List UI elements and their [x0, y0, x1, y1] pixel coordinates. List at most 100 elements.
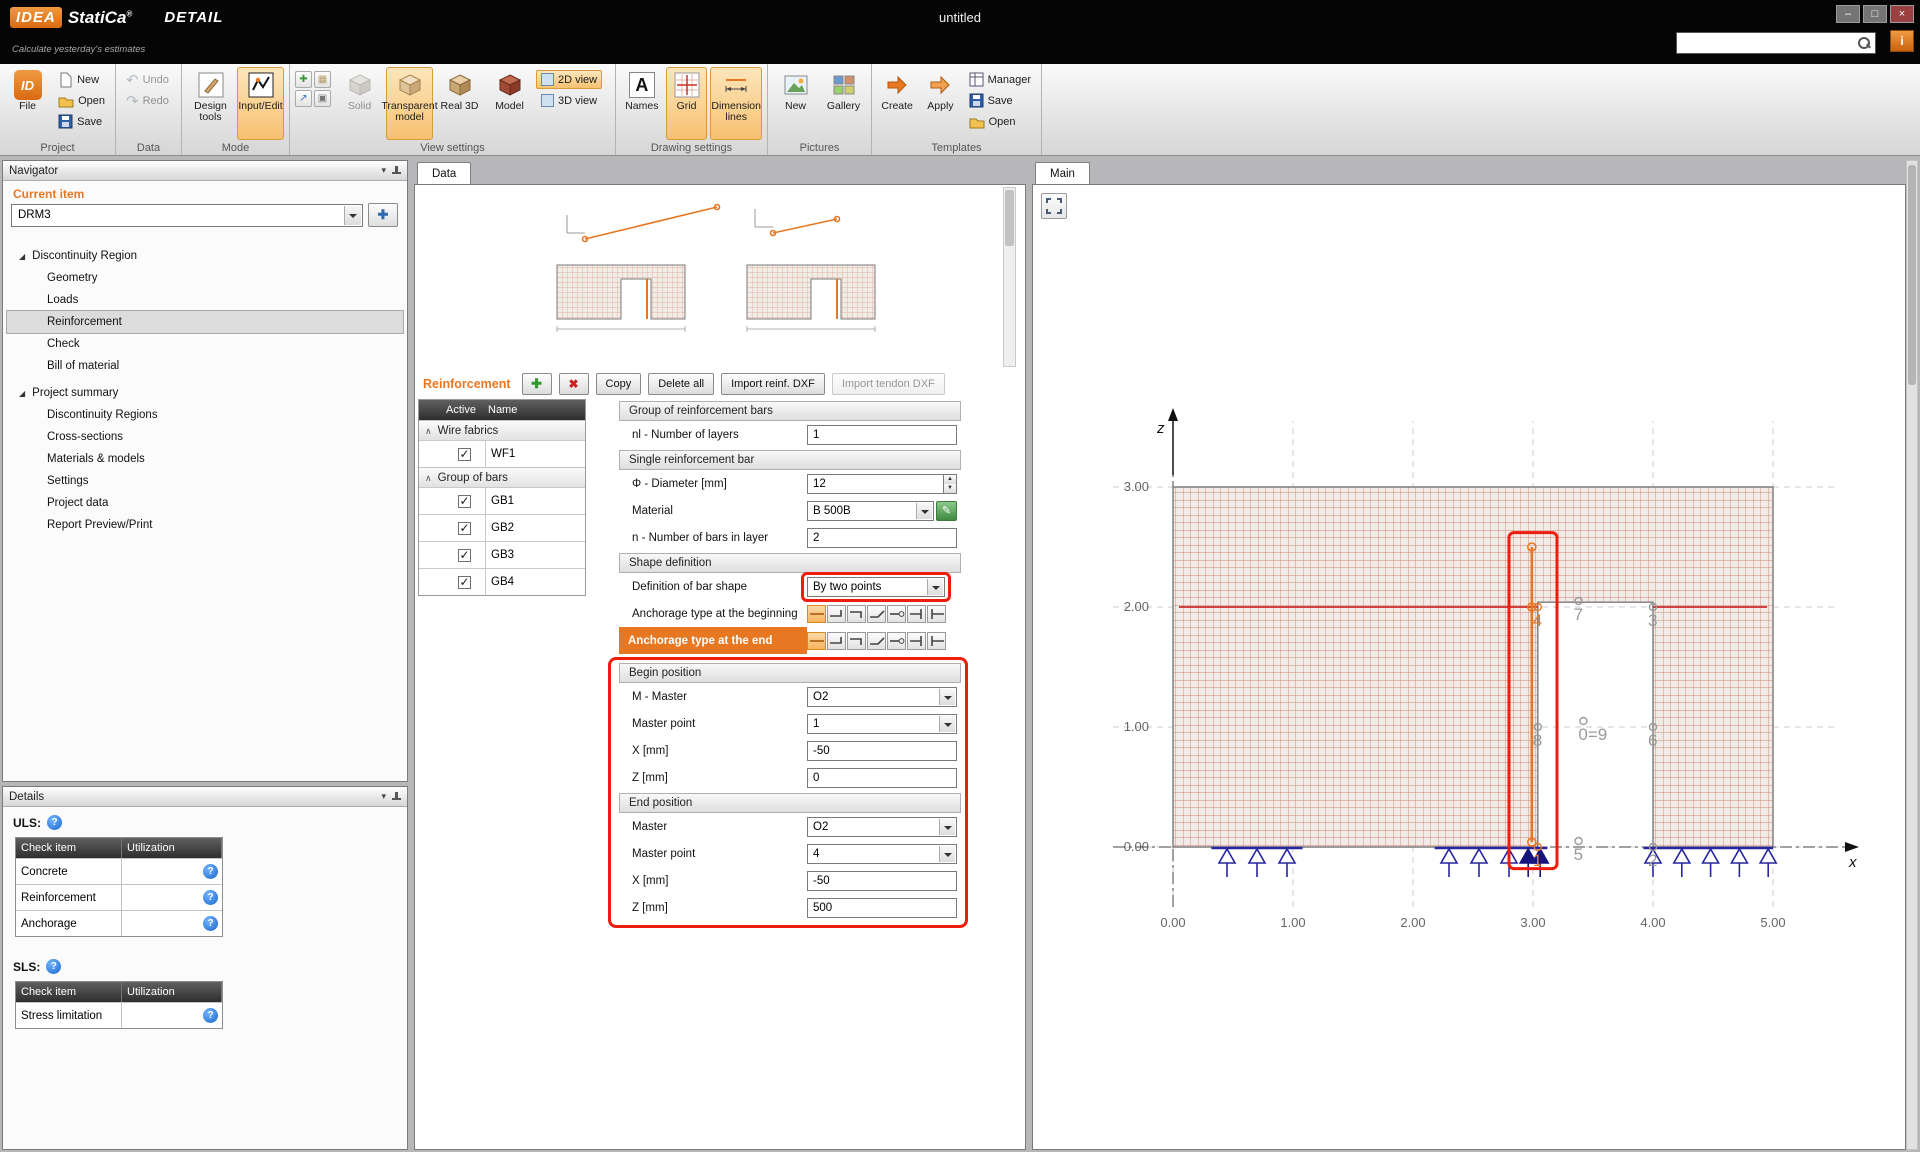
structure-drawing[interactable]: 0.001.002.003.004.005.000.001.002.003.00… — [1033, 185, 1905, 1149]
spin-up-icon[interactable]: ▲ — [944, 475, 956, 484]
tree-item-project-data[interactable]: Project data — [7, 492, 403, 514]
search-icon[interactable] — [1857, 36, 1871, 50]
uls-help-icon[interactable]: ? — [47, 815, 62, 830]
fit-view-button[interactable] — [1041, 193, 1067, 219]
tree-item-discontinuity-regions[interactable]: Discontinuity Regions — [7, 404, 403, 426]
view-tool-copy-icon[interactable]: ✚ — [295, 71, 312, 88]
model-button[interactable]: Model — [486, 67, 533, 140]
view-tool-axes-icon[interactable]: ↗ — [295, 90, 312, 107]
table-row-wf1[interactable]: WF1 — [419, 440, 585, 467]
names-button[interactable]: A Names — [621, 67, 663, 140]
active-checkbox[interactable] — [458, 549, 471, 562]
bars-in-layer-input[interactable] — [807, 528, 957, 548]
tree-item-geometry[interactable]: Geometry — [7, 267, 403, 289]
3d-view-button[interactable]: 3D view — [536, 91, 602, 110]
delete-reinforcement-button[interactable]: ✖ — [559, 373, 589, 395]
table-row-gb2[interactable]: GB2 — [419, 514, 585, 541]
active-checkbox[interactable] — [458, 495, 471, 508]
anchorage-head-icon[interactable] — [907, 632, 926, 650]
apply-template-button[interactable]: Apply — [920, 67, 960, 140]
save-project-button[interactable]: Save — [53, 112, 110, 131]
design-tools-button[interactable]: Design tools — [187, 67, 234, 140]
delete-all-button[interactable]: Delete all — [648, 373, 714, 395]
diameter-stepper[interactable]: ▲▼ — [943, 474, 957, 494]
anchorage-hook-up-icon[interactable] — [827, 632, 846, 650]
tree-item-settings[interactable]: Settings — [7, 470, 403, 492]
item-name[interactable]: GB4 — [485, 569, 585, 595]
undo-button[interactable]: ↶ Undo — [121, 70, 174, 89]
table-group-group-of-bars[interactable]: Group of bars — [419, 467, 585, 487]
redo-button[interactable]: ↷ Redo — [121, 91, 174, 110]
open-project-button[interactable]: Open — [53, 91, 110, 110]
view-tool-cube-icon[interactable]: ▣ — [314, 90, 331, 107]
table-row-gb4[interactable]: GB4 — [419, 568, 585, 595]
end-x-input[interactable] — [807, 871, 957, 891]
search-input[interactable] — [1677, 34, 1857, 52]
tree-item-materials-models[interactable]: Materials & models — [7, 448, 403, 470]
anchorage-plate-icon[interactable] — [927, 605, 946, 623]
view-tool-box-icon[interactable]: ▦ — [314, 71, 331, 88]
active-checkbox[interactable] — [458, 576, 471, 589]
create-template-button[interactable]: Create — [877, 67, 917, 140]
concrete-help-icon[interactable]: ? — [203, 864, 218, 879]
tree-item-loads[interactable]: Loads — [7, 289, 403, 311]
material-select[interactable]: B 500B — [807, 501, 934, 521]
item-name[interactable]: GB1 — [485, 488, 585, 514]
item-name[interactable]: WF1 — [485, 441, 585, 467]
expand-triangle-icon[interactable] — [19, 250, 32, 262]
table-group-wire-fabrics[interactable]: Wire fabrics — [419, 420, 585, 440]
tree-item-cross-sections[interactable]: Cross-sections — [7, 426, 403, 448]
active-checkbox[interactable] — [458, 448, 471, 461]
anchorage-help-icon[interactable]: ? — [203, 916, 218, 931]
shape-definition-select[interactable]: By two points — [807, 577, 945, 597]
item-name[interactable]: GB3 — [485, 542, 585, 568]
tab-data[interactable]: Data — [417, 162, 471, 184]
new-picture-button[interactable]: New — [773, 67, 818, 140]
edit-material-button[interactable]: ✎ — [936, 501, 957, 521]
real-3d-button[interactable]: Real 3D — [436, 67, 483, 140]
tree-item-report-preview-print[interactable]: Report Preview/Print — [7, 514, 403, 536]
main-scrollbar[interactable] — [1906, 160, 1918, 1150]
sls-help-icon[interactable]: ? — [46, 959, 61, 974]
solid-button[interactable]: Solid — [336, 67, 383, 140]
dimension-lines-button[interactable]: Dimension lines — [710, 67, 762, 140]
pin-icon[interactable] — [392, 166, 401, 176]
tree-item-check[interactable]: Check — [7, 333, 403, 355]
tree-item-bill-of-material[interactable]: Bill of material — [7, 355, 403, 377]
begin-x-input[interactable] — [807, 741, 957, 761]
new-project-button[interactable]: New — [53, 70, 110, 89]
anchorage-bend-icon[interactable] — [867, 605, 886, 623]
template-open-button[interactable]: Open — [964, 112, 1036, 131]
table-row-gb3[interactable]: GB3 — [419, 541, 585, 568]
chevron-down-icon[interactable]: ▾ — [381, 791, 386, 802]
anchorage-hook-up-icon[interactable] — [827, 605, 846, 623]
add-reinforcement-button[interactable]: ✚ — [522, 373, 552, 395]
anchorage-hook-down-icon[interactable] — [847, 632, 866, 650]
anchorage-hook-down-icon[interactable] — [847, 605, 866, 623]
begin-master-select[interactable]: O2 — [807, 687, 957, 707]
preview-scrollbar[interactable] — [1003, 187, 1016, 367]
tree-item-project-summary[interactable]: Project summary — [7, 382, 403, 404]
anchorage-straight-icon[interactable] — [807, 605, 826, 623]
tree-item-reinforcement[interactable]: Reinforcement — [7, 311, 403, 333]
gallery-button[interactable]: Gallery — [821, 67, 866, 140]
anchorage-head-icon[interactable] — [907, 605, 926, 623]
transparent-model-button[interactable]: Transparent model — [386, 67, 433, 140]
end-master-point-select[interactable]: 4 — [807, 844, 957, 864]
help-button[interactable]: i — [1890, 30, 1914, 52]
tree-item-discontinuity-region[interactable]: Discontinuity Region — [7, 245, 403, 267]
minimize-button[interactable]: – — [1836, 5, 1860, 23]
add-item-button[interactable]: ✚ — [368, 203, 398, 227]
expand-triangle-icon[interactable] — [19, 387, 32, 399]
scrollbar-thumb[interactable] — [1908, 165, 1916, 385]
input-edit-button[interactable]: Input/Edit — [237, 67, 284, 140]
anchorage-bend-icon[interactable] — [867, 632, 886, 650]
end-master-select[interactable]: O2 — [807, 817, 957, 837]
copy-button[interactable]: Copy — [596, 373, 642, 395]
anchorage-loop-icon[interactable] — [887, 605, 906, 623]
chevron-down-icon[interactable]: ▾ — [381, 165, 386, 176]
template-save-button[interactable]: Save — [964, 91, 1036, 110]
layers-input[interactable] — [807, 425, 957, 445]
stress-limitation-help-icon[interactable]: ? — [203, 1008, 218, 1023]
table-row-gb1[interactable]: GB1 — [419, 487, 585, 514]
